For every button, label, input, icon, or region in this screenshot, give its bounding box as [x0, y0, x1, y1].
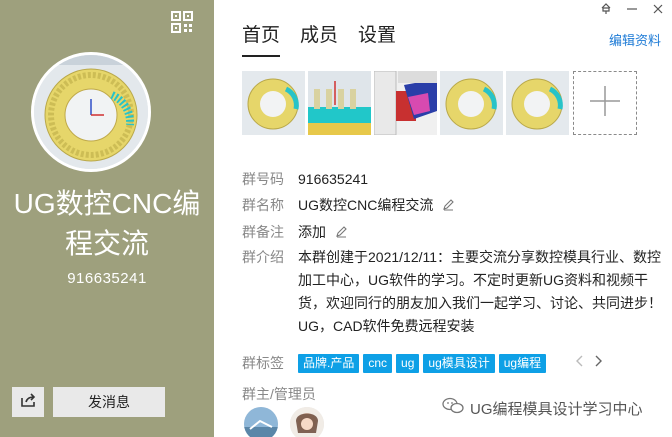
- tag-chip[interactable]: 品牌.产品: [298, 353, 360, 373]
- admins-label: 群主/管理员: [242, 386, 316, 402]
- send-message-button[interactable]: 发消息: [53, 387, 165, 417]
- pencil-icon[interactable]: [335, 222, 348, 245]
- group-id-label: 群号码: [242, 171, 284, 187]
- group-tags-label: 群标签: [242, 355, 284, 371]
- add-photo-button[interactable]: [573, 71, 637, 135]
- close-icon[interactable]: [652, 2, 664, 20]
- group-remark-label: 群备注: [242, 223, 284, 240]
- group-photo-strip: [242, 71, 637, 135]
- tag-chip[interactable]: ug: [396, 353, 420, 373]
- qr-code-icon[interactable]: [171, 11, 193, 33]
- tag-chip[interactable]: cnc: [363, 353, 393, 373]
- minimize-icon[interactable]: [626, 2, 638, 20]
- pencil-icon[interactable]: [442, 195, 455, 218]
- group-photo[interactable]: [440, 71, 503, 135]
- group-photo[interactable]: [374, 71, 437, 135]
- group-remark-value: 添加: [298, 223, 326, 240]
- group-name-value: UG数控CNC编程交流: [298, 197, 434, 213]
- admin-avatar[interactable]: [244, 407, 278, 437]
- group-name-line-2: 程交流: [64, 228, 149, 259]
- plus-icon: [588, 84, 622, 123]
- watermark: UG编程模具设计学习中心: [442, 397, 643, 419]
- group-photo[interactable]: [308, 71, 371, 135]
- tag-chip[interactable]: ug模具设计: [423, 353, 495, 373]
- group-name-title: UG数控CNC编 程交流: [0, 184, 214, 264]
- tag-nav: [576, 354, 603, 372]
- tag-chip[interactable]: ug编程: [498, 353, 547, 373]
- group-name-row: 群名称 UG数控CNC编程交流: [242, 194, 662, 218]
- tab-home[interactable]: 首页: [242, 20, 281, 57]
- edit-profile-link[interactable]: 编辑资料: [609, 30, 661, 49]
- wechat-logo-icon: [442, 397, 464, 419]
- pin-icon[interactable]: [600, 2, 612, 20]
- group-name-line-1: UG数控CNC编: [13, 188, 201, 219]
- tab-members[interactable]: 成员: [300, 20, 338, 57]
- group-remark-row: 群备注 添加: [242, 221, 662, 245]
- admin-avatar[interactable]: [290, 407, 324, 437]
- group-id-value: 916635241: [298, 171, 369, 187]
- group-intro-text: 本群创建于2021/12/11：主要交流分享数控模具行业、数控加工中心，UG软件…: [298, 248, 662, 334]
- group-avatar[interactable]: [31, 52, 151, 172]
- tab-settings[interactable]: 设置: [358, 20, 396, 57]
- profile-panel: UG数控CNC编 程交流 916635241 发消息: [0, 0, 214, 437]
- group-remark-field[interactable]: 添加: [298, 221, 662, 245]
- chevron-left-icon[interactable]: [576, 354, 584, 372]
- group-photo[interactable]: [242, 71, 305, 135]
- group-id-row: 群号码 916635241: [242, 168, 662, 191]
- group-tags-row: 群标签 品牌.产品 cnc ug ug模具设计 ug编程: [242, 353, 603, 373]
- group-intro-row: 群介绍 本群创建于2021/12/11：主要交流分享数控模具行业、数控加工中心，…: [242, 246, 662, 338]
- chevron-right-icon[interactable]: [594, 354, 603, 372]
- share-icon: [20, 392, 36, 413]
- window-controls: [600, 2, 664, 20]
- tab-bar: 首页 成员 设置: [242, 20, 396, 57]
- watermark-text: UG编程模具设计学习中心: [470, 400, 643, 418]
- group-photo[interactable]: [506, 71, 569, 135]
- group-id-display: 916635241: [67, 270, 147, 287]
- share-button[interactable]: [12, 387, 44, 417]
- group-name-label: 群名称: [242, 197, 284, 213]
- group-intro-label: 群介绍: [242, 248, 284, 265]
- group-info: 群号码 916635241 群名称 UG数控CNC编程交流 群备注 添加 群介绍…: [242, 168, 662, 338]
- group-name-field: UG数控CNC编程交流: [298, 194, 662, 218]
